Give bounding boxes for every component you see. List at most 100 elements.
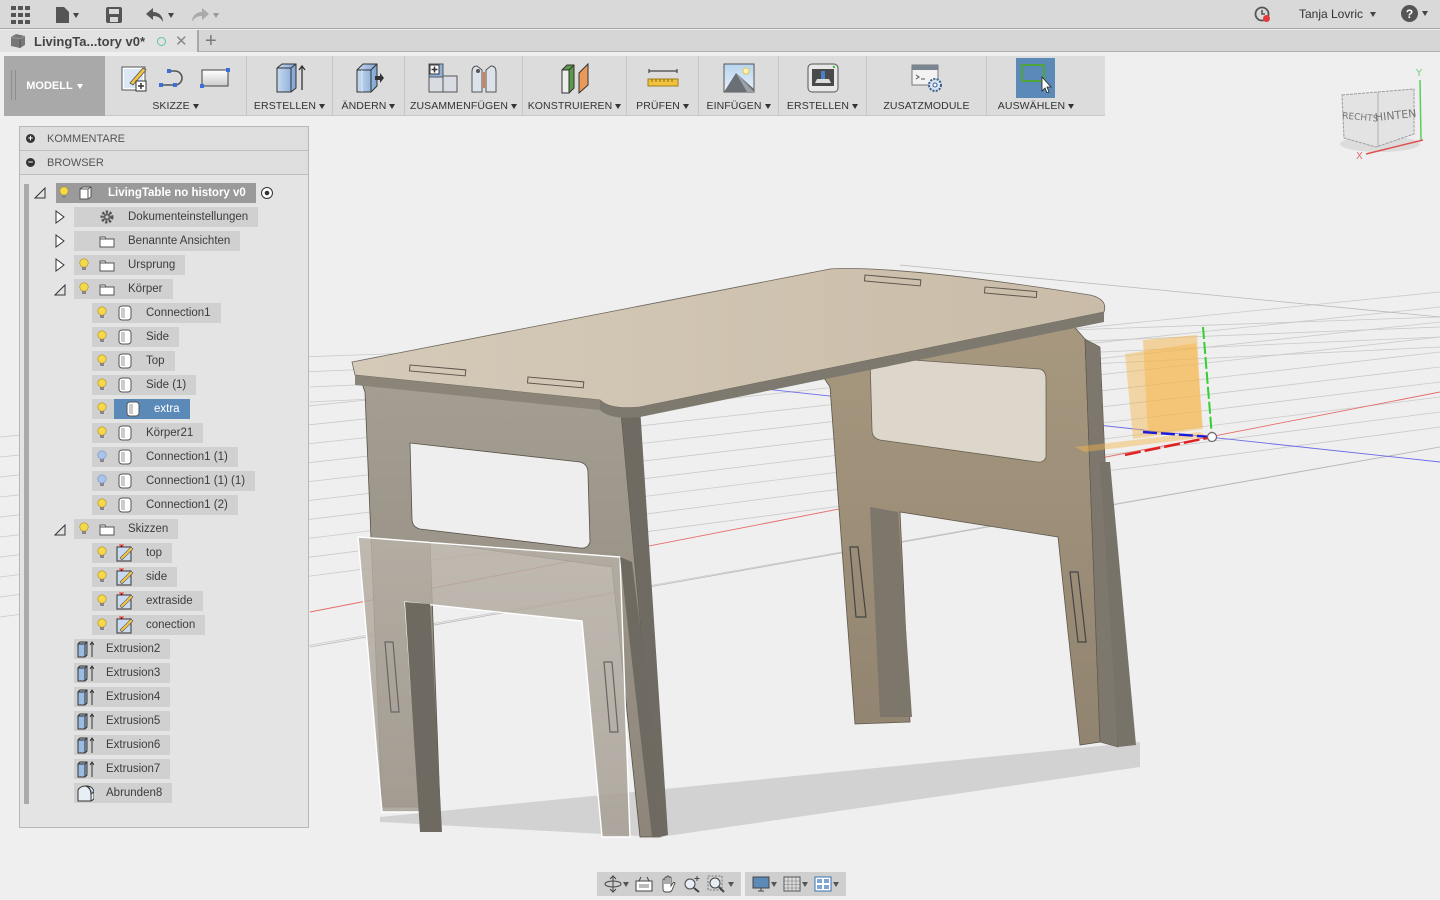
tree-item[interactable]: Körper21 bbox=[92, 423, 204, 443]
visibility-bulb-icon[interactable] bbox=[94, 330, 110, 344]
visibility-bulb-icon[interactable] bbox=[76, 258, 92, 272]
visibility-bulb-icon[interactable] bbox=[94, 450, 110, 464]
orbit-button[interactable] bbox=[604, 875, 629, 893]
undo-button[interactable] bbox=[146, 5, 174, 25]
redo-button[interactable] bbox=[191, 5, 219, 25]
visibility-bulb-icon[interactable] bbox=[94, 570, 110, 584]
insert-image-icon[interactable] bbox=[723, 63, 755, 93]
toolbar-group-create[interactable]: ERSTELLEN bbox=[247, 56, 333, 116]
tree-item[interactable]: Skizzen bbox=[53, 519, 179, 539]
tree-item[interactable]: Connection1 (1) bbox=[92, 447, 238, 467]
visibility-bulb-icon[interactable] bbox=[94, 618, 110, 632]
tree-item[interactable]: conection bbox=[92, 615, 206, 635]
tree-item[interactable]: extra bbox=[92, 399, 190, 419]
document-tab[interactable]: LivingTa...tory v0* ✕ bbox=[0, 30, 199, 52]
tree-item[interactable]: top bbox=[92, 543, 172, 563]
visibility-bulb-icon[interactable] bbox=[56, 186, 72, 200]
new-tab-button[interactable]: + bbox=[205, 30, 217, 52]
expand-triangle-icon[interactable] bbox=[54, 210, 66, 224]
save-button[interactable] bbox=[106, 5, 122, 25]
viewcube[interactable]: RECHTS HINTEN Y X bbox=[1330, 62, 1440, 167]
measure-icon[interactable] bbox=[647, 68, 679, 88]
toolbar-group-assemble[interactable]: ZUSAMMENFÜGEN bbox=[405, 56, 523, 116]
tree-item[interactable]: Dokumenteinstellungen bbox=[55, 207, 259, 227]
rectangle-icon[interactable] bbox=[199, 67, 231, 89]
joint-icon[interactable] bbox=[468, 62, 500, 94]
job-status-button[interactable] bbox=[1254, 5, 1272, 25]
visibility-bulb-icon[interactable] bbox=[94, 594, 110, 608]
expand-triangle-icon[interactable] bbox=[54, 234, 66, 248]
visibility-bulb-icon[interactable] bbox=[94, 498, 110, 512]
comments-header[interactable]: + KOMMENTARE bbox=[20, 127, 308, 151]
tree-item[interactable]: Connection1 (1) (1) bbox=[92, 471, 256, 491]
visibility-bulb-icon[interactable] bbox=[76, 522, 92, 536]
expand-icon[interactable]: + bbox=[26, 134, 35, 143]
tree-item[interactable]: Extrusion7 bbox=[74, 759, 171, 779]
zoom-icon[interactable] bbox=[683, 875, 701, 893]
visibility-bulb-icon[interactable] bbox=[94, 402, 110, 416]
tree-item[interactable]: Side bbox=[92, 327, 180, 347]
toolbar-group-insert[interactable]: EINFÜGEN bbox=[699, 56, 779, 116]
tree-item[interactable]: Ursprung bbox=[55, 255, 186, 275]
tree-item[interactable]: Extrusion4 bbox=[74, 687, 171, 707]
toolbar-group-sketch[interactable]: SKIZZE bbox=[105, 56, 247, 116]
tree-item[interactable]: Benannte Ansichten bbox=[55, 231, 241, 251]
tree-item[interactable]: Top bbox=[92, 351, 175, 371]
viewports-button[interactable] bbox=[814, 876, 839, 892]
new-component-icon[interactable] bbox=[427, 62, 459, 94]
scripts-addins-icon[interactable] bbox=[911, 63, 943, 93]
toolbar-group-modify[interactable]: ÄNDERN bbox=[333, 56, 405, 116]
arc-icon[interactable] bbox=[158, 67, 190, 89]
browser-header[interactable]: − BROWSER bbox=[20, 151, 308, 175]
tree-item[interactable]: Extrusion3 bbox=[74, 663, 171, 683]
collapse-triangle-icon[interactable] bbox=[53, 523, 66, 536]
active-component-radio-icon[interactable] bbox=[260, 186, 274, 200]
fit-button[interactable] bbox=[707, 875, 734, 893]
toolbar-group-select[interactable]: AUSWÄHLEN bbox=[987, 56, 1085, 116]
tree-item[interactable]: Abrunden8 bbox=[74, 783, 173, 803]
origin-point[interactable] bbox=[1206, 431, 1218, 443]
visibility-bulb-icon[interactable] bbox=[94, 354, 110, 368]
scrollbar[interactable] bbox=[24, 184, 29, 804]
look-at-icon[interactable] bbox=[635, 876, 653, 892]
tree-item[interactable]: Connection1 bbox=[92, 303, 221, 323]
toolbar-group-addins[interactable]: ZUSATZMODULE bbox=[867, 56, 987, 116]
tree-item[interactable]: extraside bbox=[92, 591, 203, 611]
display-settings-button[interactable] bbox=[752, 876, 777, 892]
extrude-icon[interactable] bbox=[274, 62, 306, 94]
select-icon[interactable] bbox=[1020, 63, 1052, 93]
tree-item[interactable]: Körper bbox=[53, 279, 173, 299]
expanded-triangle-icon[interactable] bbox=[34, 187, 46, 199]
visibility-bulb-icon[interactable] bbox=[94, 474, 110, 488]
visibility-bulb-icon[interactable] bbox=[94, 306, 110, 320]
collapse-triangle-icon[interactable] bbox=[53, 283, 66, 296]
apps-grid-button[interactable] bbox=[11, 5, 30, 25]
visibility-bulb-icon[interactable] bbox=[94, 426, 110, 440]
visibility-bulb-icon[interactable] bbox=[76, 282, 92, 296]
visibility-bulb-icon[interactable] bbox=[94, 546, 110, 560]
press-pull-icon[interactable] bbox=[353, 62, 385, 94]
create-sketch-icon[interactable] bbox=[121, 64, 149, 92]
grid-settings-button[interactable] bbox=[783, 876, 808, 892]
visibility-bulb-icon[interactable] bbox=[94, 378, 110, 392]
user-menu[interactable]: Tanja Lovric bbox=[1299, 7, 1376, 21]
tree-item[interactable]: Connection1 (2) bbox=[92, 495, 238, 515]
file-menu-button[interactable] bbox=[56, 5, 79, 25]
pan-icon[interactable] bbox=[659, 875, 677, 893]
offset-plane-icon[interactable] bbox=[559, 62, 591, 94]
toolbar-group-construct[interactable]: KONSTRUIEREN bbox=[523, 56, 627, 116]
toolbar-group-make[interactable]: ERSTELLEN bbox=[779, 56, 867, 116]
expand-triangle-icon[interactable] bbox=[54, 258, 66, 272]
collapse-icon[interactable]: − bbox=[26, 158, 35, 167]
3d-print-icon[interactable] bbox=[807, 63, 839, 93]
tree-item[interactable]: Extrusion5 bbox=[74, 711, 171, 731]
tree-item[interactable]: Extrusion6 bbox=[74, 735, 171, 755]
tree-item[interactable]: Side (1) bbox=[92, 375, 197, 395]
help-button[interactable]: ? bbox=[1401, 5, 1428, 22]
close-tab-icon[interactable]: ✕ bbox=[175, 32, 188, 50]
toolbar-group-inspect[interactable]: PRÜFEN bbox=[627, 56, 699, 116]
workspace-switcher[interactable]: MODELL bbox=[4, 56, 105, 116]
tree-root[interactable]: LivingTable no history v0 bbox=[34, 183, 274, 203]
selected-body-extra[interactable] bbox=[357, 536, 666, 838]
tree-item[interactable]: Extrusion2 bbox=[74, 639, 171, 659]
